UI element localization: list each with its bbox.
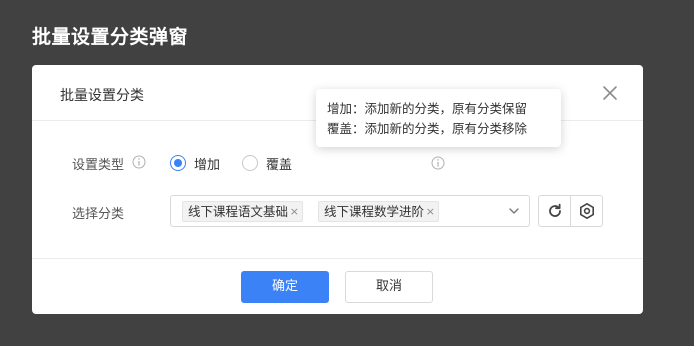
tooltip-line-overwrite: 覆盖：添加新的分类，原有分类移除: [327, 121, 528, 136]
settings-icon: [580, 203, 594, 219]
close-icon[interactable]: [601, 84, 619, 102]
confirm-button[interactable]: 确定: [241, 271, 329, 303]
radio-overwrite-label[interactable]: 覆盖: [266, 154, 292, 173]
refresh-button[interactable]: [539, 196, 571, 226]
radio-overwrite[interactable]: [242, 155, 258, 171]
dialog-title: 批量设置分类: [60, 88, 144, 104]
page-title: 批量设置分类弹窗: [32, 26, 189, 48]
category-select[interactable]: 线下课程语文基础 × 线下课程数学进阶 ×: [170, 195, 530, 227]
type-label: 设置类型: [72, 158, 125, 173]
tooltip-line-add: 增加：添加新的分类，原有分类保留: [327, 101, 528, 116]
category-tag: 线下课程数学进阶 ×: [318, 201, 440, 222]
tag-remove-icon[interactable]: ×: [290, 202, 299, 221]
dialog: 批量设置分类 增加：添加新的分类，原有分类保留 覆盖：添加新的分类，原有分类移除…: [32, 65, 643, 314]
category-tag: 线下课程语文基础 ×: [182, 201, 304, 222]
radio-add-label[interactable]: 增加: [194, 154, 220, 173]
footer-divider: [32, 258, 643, 259]
type-info-icon[interactable]: [132, 155, 146, 169]
cancel-button[interactable]: 取消: [345, 271, 433, 303]
settings-button[interactable]: [571, 196, 603, 226]
refresh-icon: [549, 203, 561, 217]
category-tag-label: 线下课程数学进阶: [324, 204, 425, 219]
category-tag-label: 线下课程语文基础: [188, 204, 289, 219]
tag-remove-icon[interactable]: ×: [426, 202, 435, 221]
category-actions: [538, 195, 603, 227]
radio-add[interactable]: [170, 155, 186, 171]
chevron-down-icon[interactable]: [508, 206, 520, 216]
category-label: 选择分类: [72, 207, 125, 222]
help-tooltip: 增加：添加新的分类，原有分类保留 覆盖：添加新的分类，原有分类移除: [316, 89, 561, 147]
tooltip-info-icon[interactable]: [431, 156, 445, 170]
